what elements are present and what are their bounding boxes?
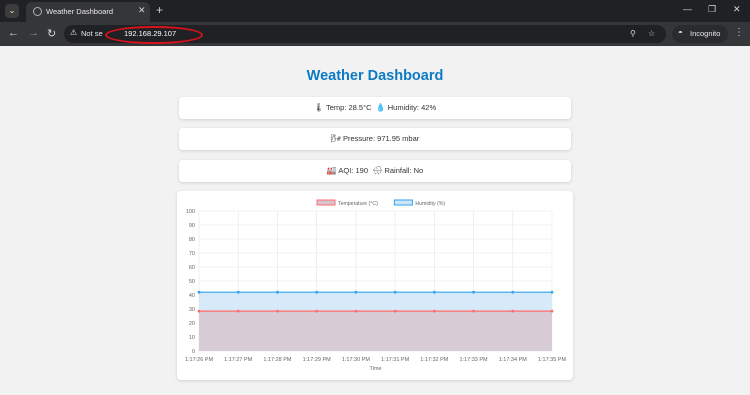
restore-icon[interactable]: ❐ [708,4,716,15]
minimize-icon[interactable]: — [683,4,692,14]
data-point [276,290,279,294]
rainfall-label: Rainfall: [384,166,412,175]
rain-cloud-icon: 🌧 [372,166,383,175]
temp-humidity-card: 🌡 Temp: 28.5°C 💧 Humidity: 42% [179,97,571,119]
browser-toolbar: ← → ↻ ⚠ Not se 192.168.29.107 ⚲ ☆ ◓ Inco… [0,22,750,46]
y-tick-label: 0 [192,349,195,355]
data-point [550,290,554,294]
data-point [393,290,397,294]
data-point [197,290,201,294]
temp-value: 28.5°C [348,103,372,112]
humidity-label: Humidity: [387,103,420,112]
pressure-value: 971.95 mbar [377,134,420,143]
thermometer-icon: 🌡 [313,103,325,112]
x-tick-label: 1:17:33 PM [459,357,488,363]
y-tick-label: 50 [189,279,195,285]
legend-label: Humidity (%) [415,201,445,207]
y-tick-label: 40 [189,293,195,299]
data-point [236,290,240,294]
legend-swatch [393,199,413,206]
data-point [236,309,240,313]
pressure-card: 🌬 Pressure: 971.95 mbar [179,128,571,150]
x-tick-label: 1:17:29 PM [303,357,332,363]
incognito-label: Incognito [690,29,721,38]
browser-tab[interactable]: Weather Dashboard ✕ [26,2,150,22]
weather-line-chart: 0 10 20 30 40 50 60 70 80 90 100 1:17:26 PM 1:17:27 … [185,199,567,372]
x-tick-label: 1:17:27 PM [224,357,253,363]
page-content: Weather Dashboard 🌡 Temp: 28.5°C 💧 Humid… [0,46,750,395]
pressure-label: Pressure: [342,134,376,143]
data-point [276,309,279,313]
data-point [354,309,358,313]
data-point [432,290,436,294]
y-tick-label: 30 [189,307,195,313]
humidity-value: 42% [421,103,437,112]
legend-label: Temperature (°C) [338,201,378,207]
x-tick-label: 1:17:32 PM [420,357,449,363]
new-tab-plus-icon[interactable]: + [156,3,163,17]
data-point [511,290,515,294]
aqi-rainfall-card: 🏭 AQI: 190 🌧 Rainfall: No [179,160,571,182]
incognito-icon: ◓ [678,28,683,37]
forward-arrow-icon[interactable]: → [28,27,39,39]
x-tick-label: 1:17:34 PM [499,357,528,363]
x-tick-label: 1:17:30 PM [342,357,371,363]
y-tick-label: 90 [189,223,195,229]
back-arrow-icon[interactable]: ← [8,27,19,39]
y-tick-label: 20 [189,321,195,327]
data-point [354,290,358,294]
incognito-badge[interactable]: ◓ Incognito [672,25,728,43]
aqi-label: AQI: [338,166,354,175]
browser-tab-bar: ⌄ Weather Dashboard ✕ + — ❐ ✕ [0,0,750,22]
tab-title: Weather Dashboard [46,7,113,16]
tab-close-icon[interactable]: ✕ [138,5,146,16]
x-tick-label: 1:17:26 PM [185,357,214,363]
data-point [315,309,319,313]
bookmark-star-icon[interactable]: ☆ [648,29,655,38]
y-tick-label: 80 [189,237,195,243]
data-point [550,309,554,313]
factory-icon: 🏭 [326,166,337,175]
data-point [315,290,319,294]
menu-kebab-icon[interactable]: ⋮ [734,27,744,38]
y-tick-label: 100 [186,209,195,215]
reload-icon[interactable]: ↻ [47,27,56,40]
data-point [432,309,436,313]
y-tick-label: 10 [189,335,195,341]
y-tick-label: 60 [189,265,195,271]
page-title: Weather Dashboard [306,68,444,84]
data-point [472,309,475,313]
zoom-icon[interactable]: ⚲ [630,29,636,38]
y-tick-label: 70 [189,251,195,257]
droplet-icon: 💧 [375,103,386,112]
globe-icon [33,7,42,16]
address-bar[interactable]: ⚠ Not se 192.168.29.107 ⚲ ☆ [64,25,666,44]
x-tick-label: 1:17:35 PM [538,357,567,363]
tab-search-chevron-icon[interactable]: ⌄ [5,4,19,18]
data-point [393,309,397,313]
x-axis-title: Time [369,366,381,372]
red-annotation-ellipse [105,26,203,44]
warning-triangle-icon[interactable]: ⚠ [70,28,77,37]
legend-swatch [316,199,336,206]
series-area [199,311,552,351]
window-close-icon[interactable]: ✕ [733,4,741,15]
rainfall-value: No [413,166,424,175]
chart-card: 0 10 20 30 40 50 60 70 80 90 100 1:17:26 PM 1:17:27 … [177,191,573,380]
x-tick-label: 1:17:28 PM [263,357,292,363]
security-label[interactable]: Not se [81,29,103,38]
x-tick-label: 1:17:31 PM [381,357,410,363]
temp-label: Temp: [325,103,347,112]
pressure-gauge-icon: 🌬 [330,134,341,143]
aqi-value: 190 [355,166,369,175]
data-point [511,309,515,313]
data-point [197,309,201,313]
data-point [472,290,475,294]
